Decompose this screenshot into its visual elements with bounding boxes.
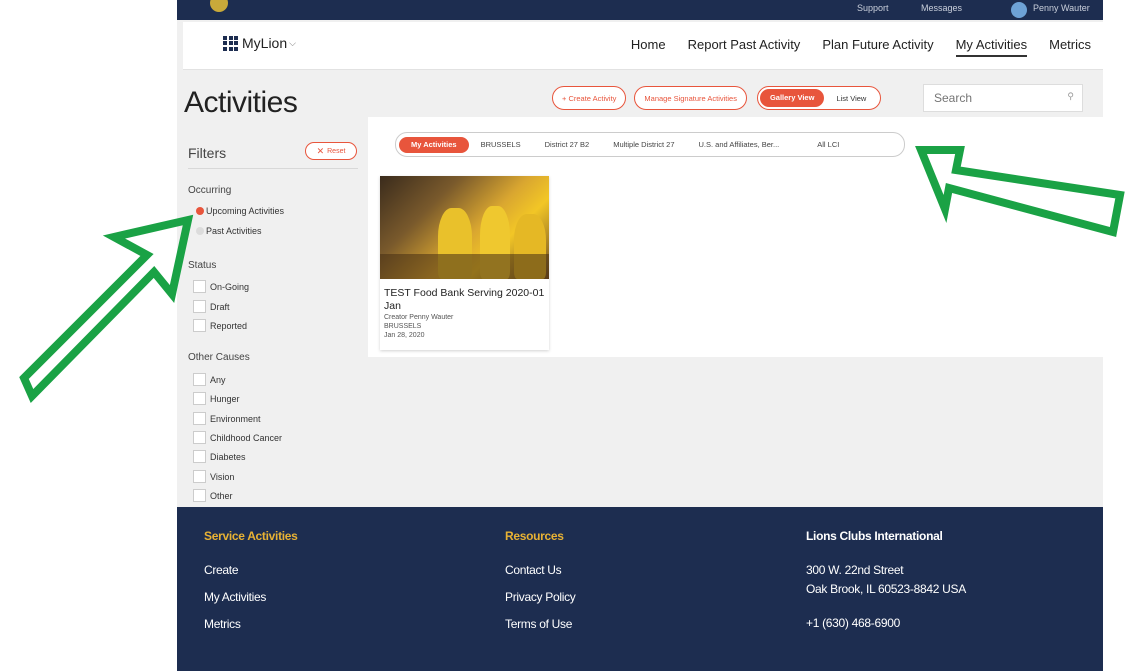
arrow-right-icon	[915, 146, 1125, 237]
annotation-arrows	[19, 146, 1125, 403]
arrow-left-icon	[19, 214, 194, 403]
